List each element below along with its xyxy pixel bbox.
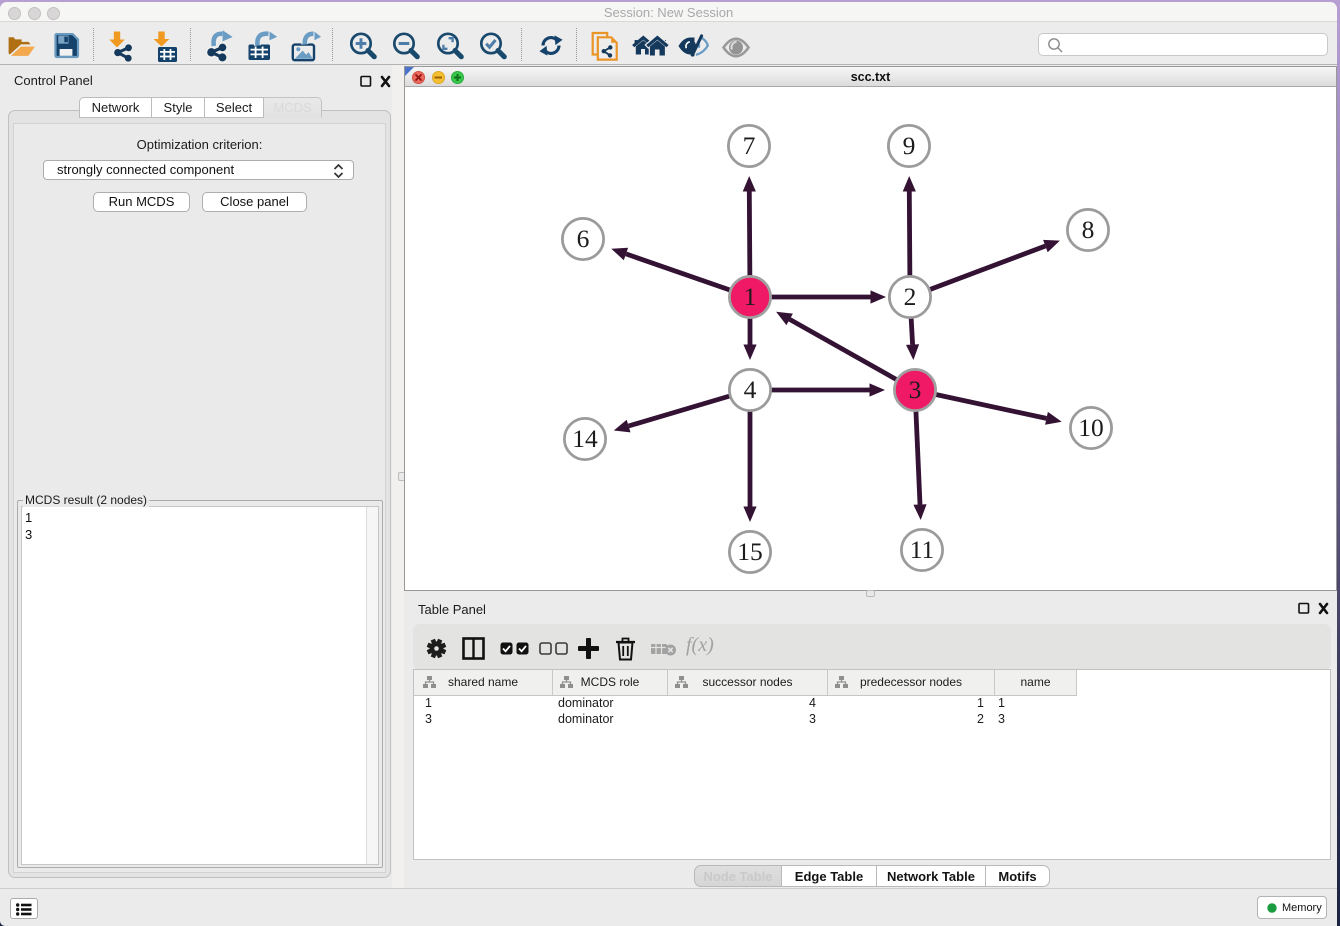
svg-text:14: 14: [572, 424, 598, 453]
svg-text:15: 15: [737, 537, 763, 566]
svg-text:2: 2: [904, 282, 917, 311]
svg-text:9: 9: [903, 131, 916, 160]
svg-text:11: 11: [910, 535, 935, 564]
svg-text:6: 6: [577, 224, 590, 253]
svg-text:8: 8: [1082, 215, 1095, 244]
svg-text:10: 10: [1078, 413, 1104, 442]
svg-text:4: 4: [744, 375, 757, 404]
svg-text:7: 7: [743, 131, 756, 160]
svg-text:3: 3: [909, 375, 922, 404]
svg-text:1: 1: [744, 282, 757, 311]
